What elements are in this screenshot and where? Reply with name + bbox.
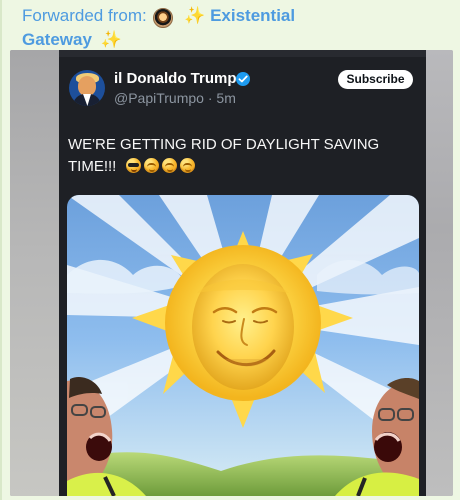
handle[interactable]: @PapiTrumpo bbox=[114, 90, 204, 106]
tweet-meta: @PapiTrumpo · 5m bbox=[114, 90, 236, 106]
smiling-face-with-sunglasses-icon bbox=[125, 158, 141, 173]
sun-meme-image[interactable] bbox=[67, 195, 419, 496]
display-name[interactable]: il Donaldo Trumpo bbox=[114, 70, 246, 88]
tweet-screenshot[interactable]: il Donaldo Trumpo @PapiTrumpo · 5m Subsc… bbox=[59, 50, 426, 496]
meta-separator: · bbox=[207, 90, 213, 106]
sun-face-icon bbox=[161, 158, 177, 173]
sun-meme-illustration bbox=[67, 195, 419, 496]
media-blur-left bbox=[10, 50, 60, 496]
channel-name-line-2[interactable]: Gateway bbox=[22, 30, 92, 49]
forwarded-line-2: Gateway ✨ bbox=[22, 28, 442, 52]
forwarded-line-1: Forwarded from: ✨ Existential bbox=[22, 4, 442, 29]
emoji-row bbox=[123, 158, 195, 173]
subscribe-button[interactable]: Subscribe bbox=[338, 70, 413, 89]
tweet-text: WE'RE GETTING RID OF DAYLIGHT SAVING TIM… bbox=[68, 136, 380, 175]
tweet-top-fade bbox=[59, 50, 426, 57]
sparkle-icon: ✨ bbox=[100, 30, 122, 50]
forwarded-prefix: Forwarded from: bbox=[22, 6, 147, 25]
forwarded-message-bubble: Forwarded from: ✨ Existential Gateway ✨ … bbox=[0, 0, 460, 500]
forwarded-media[interactable]: il Donaldo Trumpo @PapiTrumpo · 5m Subsc… bbox=[10, 50, 453, 496]
profile-avatar[interactable] bbox=[69, 70, 105, 106]
channel-name-line-1[interactable]: Existential bbox=[210, 6, 295, 25]
sparkle-icon: ✨ bbox=[184, 6, 206, 26]
channel-avatar-icon bbox=[153, 8, 174, 29]
avatar-face bbox=[78, 76, 96, 96]
sun-face-icon bbox=[143, 158, 159, 173]
tweet-text-block: WE'RE GETTING RID OF DAYLIGHT SAVING TIM… bbox=[68, 134, 411, 178]
post-time: 5m bbox=[216, 90, 236, 106]
forwarded-header[interactable]: Forwarded from: ✨ Existential Gateway ✨ bbox=[22, 4, 442, 52]
verified-badge-icon bbox=[236, 72, 250, 86]
sun-face-icon bbox=[179, 158, 195, 173]
